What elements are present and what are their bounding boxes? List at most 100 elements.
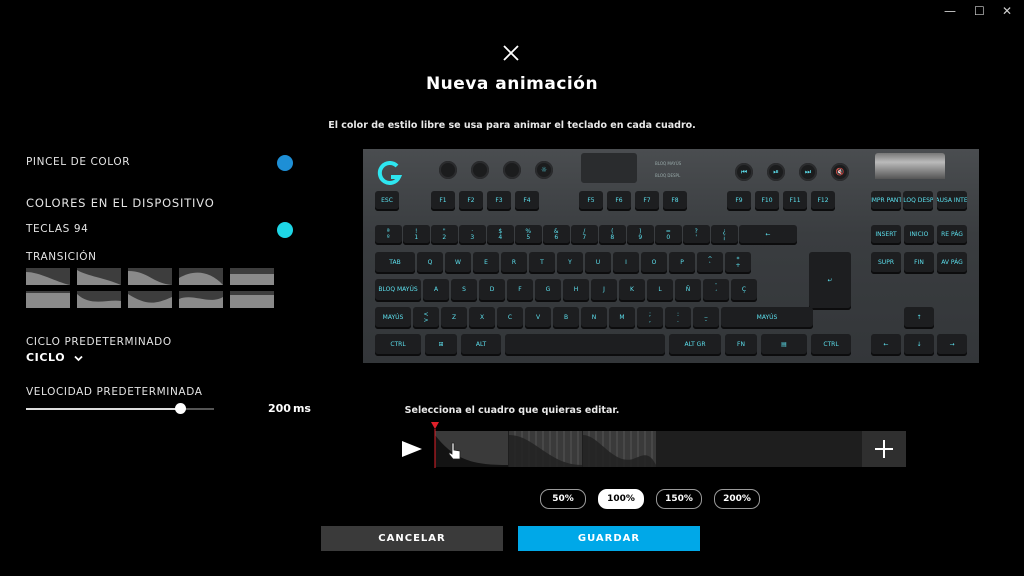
zoom-150-button[interactable]: 150% [656, 489, 702, 509]
key-bottom-3[interactable] [505, 334, 665, 356]
key-caps-lock[interactable]: BLOQ MAYÚS [375, 279, 421, 302]
lighting-key[interactable]: ☼ [535, 161, 553, 179]
cancel-button[interactable]: CANCELAR [321, 526, 503, 551]
key-f5[interactable]: F5 [579, 191, 603, 211]
key-i[interactable]: I [613, 252, 639, 274]
volume-roller[interactable] [875, 153, 945, 179]
key-bottom-6[interactable]: ▤ [761, 334, 807, 356]
minimize-button[interactable]: — [944, 4, 956, 18]
key-*+[interactable]: * + [725, 252, 751, 274]
key-tab[interactable]: TAB [375, 252, 415, 274]
key-bottom-9[interactable]: ↓ [904, 334, 934, 356]
key-num-6[interactable]: & 6 [543, 225, 570, 245]
timeline-frame-3[interactable] [583, 431, 656, 467]
key-z-4[interactable]: C [497, 307, 523, 329]
key-nav-2[interactable]: RE PÁG [937, 225, 967, 245]
key-bottom-10[interactable]: → [937, 334, 967, 356]
key-num-10[interactable]: = 0 [655, 225, 682, 245]
key-a-9[interactable]: L [647, 279, 673, 302]
key-num-5[interactable]: % 5 [515, 225, 542, 245]
transition-option-10[interactable] [230, 291, 274, 308]
frame-timeline[interactable] [435, 431, 862, 467]
key-f7[interactable]: F7 [635, 191, 659, 211]
key-left-shift[interactable]: MAYÚS [375, 307, 411, 329]
play-button[interactable] [401, 440, 423, 462]
key-a-3[interactable]: D [479, 279, 505, 302]
key-a-2[interactable]: S [451, 279, 477, 302]
key-^`[interactable]: ^ ` [697, 252, 723, 274]
transition-option-8[interactable] [128, 291, 172, 308]
key-bottom-0[interactable]: CTRL [375, 334, 421, 356]
key-f4[interactable]: F4 [515, 191, 539, 211]
add-frame-button[interactable] [862, 431, 906, 467]
maximize-button[interactable]: ☐ [974, 4, 985, 18]
key-f10[interactable]: F10 [755, 191, 779, 211]
key-r[interactable]: R [501, 252, 527, 274]
key-e[interactable]: E [473, 252, 499, 274]
zoom-100-button[interactable]: 100% [598, 489, 644, 509]
key-z-5[interactable]: V [525, 307, 551, 329]
key-a-7[interactable]: J [591, 279, 617, 302]
key-num-7[interactable]: / 7 [571, 225, 598, 245]
key-bottom-2[interactable]: ALT [461, 334, 501, 356]
transition-option-3[interactable] [128, 268, 172, 285]
profile-key-1[interactable] [439, 161, 457, 179]
key-y[interactable]: Y [557, 252, 583, 274]
key-num-1[interactable]: ! 1 [403, 225, 430, 245]
key-z-1[interactable]: < > [413, 307, 439, 329]
key-print[interactable]: IMPR PANT [871, 191, 901, 211]
key-a-8[interactable]: K [619, 279, 645, 302]
zoom-200-button[interactable]: 200% [714, 489, 760, 509]
key-num-12[interactable]: ¿ ¡ [711, 225, 738, 245]
key-bottom-4[interactable]: ALT GR [669, 334, 721, 356]
key-t[interactable]: T [529, 252, 555, 274]
key-num-3[interactable]: · 3 [459, 225, 486, 245]
key-num-2[interactable]: " 2 [431, 225, 458, 245]
key-num-9[interactable]: ) 9 [627, 225, 654, 245]
brush-color-swatch[interactable] [277, 155, 293, 171]
key-z-7[interactable]: N [581, 307, 607, 329]
key-bottom-1[interactable]: ⊞ [425, 334, 457, 356]
transition-option-9[interactable] [179, 291, 223, 308]
key-f12[interactable]: F12 [811, 191, 835, 211]
key-o[interactable]: O [641, 252, 667, 274]
key-q[interactable]: Q [417, 252, 443, 274]
transition-option-5[interactable] [230, 268, 274, 285]
transition-option-4[interactable] [179, 268, 223, 285]
key-right-shift[interactable]: MAYÚS [721, 307, 813, 329]
key-nav-0[interactable]: INSERT [871, 225, 901, 245]
key-f9[interactable]: F9 [727, 191, 751, 211]
transition-option-2[interactable] [77, 268, 121, 285]
key-num-8[interactable]: ( 8 [599, 225, 626, 245]
key-z-2[interactable]: Z [441, 307, 467, 329]
key-a-1[interactable]: A [423, 279, 449, 302]
keys-color-swatch[interactable] [277, 222, 293, 238]
save-button[interactable]: GUARDAR [518, 526, 700, 551]
key-a-4[interactable]: F [507, 279, 533, 302]
key-num-0[interactable]: ª º [375, 225, 402, 245]
key-a-6[interactable]: H [563, 279, 589, 302]
media-key-4[interactable]: 🔇 [831, 163, 849, 181]
key-f8[interactable]: F8 [663, 191, 687, 211]
profile-key-2[interactable] [471, 161, 489, 179]
key-f11[interactable]: F11 [783, 191, 807, 211]
key-bottom-8[interactable]: ← [871, 334, 901, 356]
key-u[interactable]: U [585, 252, 611, 274]
key-num-4[interactable]: $ 4 [487, 225, 514, 245]
transition-option-6[interactable] [26, 291, 70, 308]
profile-key-3[interactable] [503, 161, 521, 179]
key-w[interactable]: W [445, 252, 471, 274]
key-a-12[interactable]: Ç [731, 279, 757, 302]
transition-option-7[interactable] [77, 291, 121, 308]
key-a-5[interactable]: G [535, 279, 561, 302]
key-backspace[interactable]: ← [739, 225, 797, 245]
key-bottom-5[interactable]: FN [725, 334, 757, 356]
media-key-1[interactable]: ⏮ [735, 163, 753, 181]
key-f6[interactable]: F6 [607, 191, 631, 211]
key-nav2-1[interactable]: FIN [904, 252, 934, 274]
key-f1[interactable]: F1 [431, 191, 455, 211]
key-z-3[interactable]: X [469, 307, 495, 329]
key-z-11[interactable]: _ - [693, 307, 719, 329]
key-nav2-2[interactable]: AV PÁG [937, 252, 967, 274]
key-a-11[interactable]: ¨ ´ [703, 279, 729, 302]
